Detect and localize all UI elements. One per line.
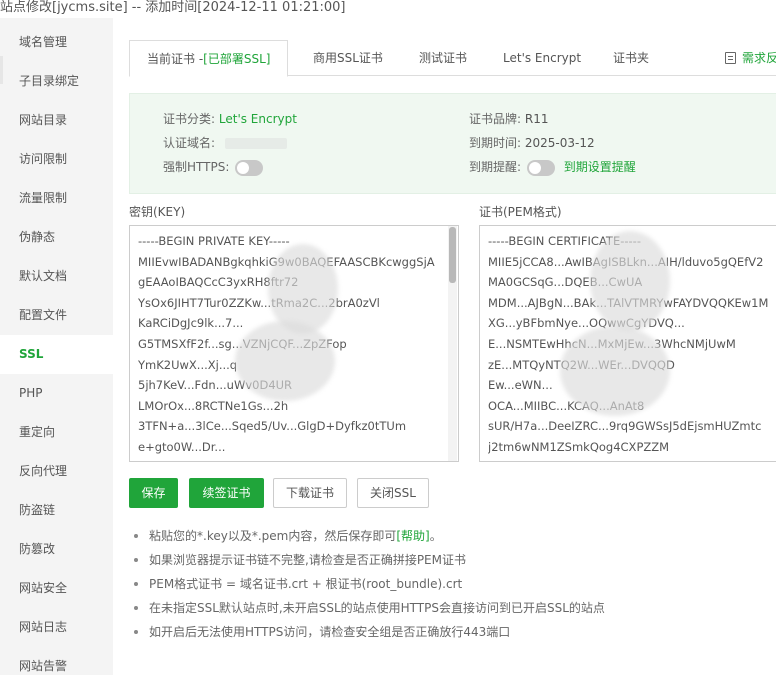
redaction-blur	[590, 231, 670, 331]
key-scrollbar[interactable]	[448, 226, 457, 461]
tip-item: 粘贴您的*.key以及*.pem内容，然后保存即可[帮助]。	[134, 524, 774, 548]
key-line: rDHNzQjEleZ9fTTikyNGlkJIy...29IFSVhrb2DB…	[138, 458, 450, 462]
close-ssl-button[interactable]: 关闭SSL	[357, 478, 429, 508]
redacted-domain	[224, 138, 287, 149]
sidebar-item-traffic-limit[interactable]: 流量限制	[0, 179, 113, 218]
tab-letsencrypt[interactable]: Let's Encrypt	[503, 40, 581, 76]
window-title: 站点修改[jycms.site] -- 添加时间[2024-12-11 01:2…	[0, 0, 346, 15]
sidebar-item-php[interactable]: PHP	[0, 374, 113, 413]
tab-test-cert[interactable]: 测试证书	[419, 40, 467, 76]
key-textarea[interactable]: -----BEGIN PRIVATE KEY-----MIIEvwIBADANB…	[129, 225, 459, 462]
cert-line: 0tk1CqqerxuUzEI3xdn7Cut36OSEbIJbbp1WTYwk…	[488, 458, 768, 462]
cert-domain-label: 认证域名:	[163, 136, 216, 150]
sidebar-item-site-log[interactable]: 网站日志	[0, 608, 113, 647]
sidebar-item-default-doc[interactable]: 默认文档	[0, 257, 113, 296]
tip-text: 。	[429, 529, 442, 543]
cert-info-panel: 证书分类: Let's Encrypt 证书品牌: R11 认证域名: 到期时间…	[129, 93, 776, 194]
tab-current-cert[interactable]: 当前证书 -[已部署SSL]	[129, 40, 289, 77]
sidebar-item-site-alert[interactable]: 网站告警	[0, 647, 113, 675]
key-line: e+gto0W...Dr...	[138, 439, 226, 454]
redaction-blur	[560, 326, 670, 416]
cert-domain-row: 认证域名:	[163, 133, 287, 153]
renew-cert-button[interactable]: 续签证书	[189, 478, 264, 508]
tab-commercial-ssl[interactable]: 商用SSL证书	[313, 40, 383, 76]
cert-brand-label: 证书品牌:	[469, 112, 522, 126]
tab-cert-folder[interactable]: 证书夹	[613, 40, 649, 76]
tips-list: 粘贴您的*.key以及*.pem内容，然后保存即可[帮助]。 如果浏览器提示证书…	[134, 524, 774, 644]
force-https-row: 强制HTTPS:	[163, 157, 264, 177]
sidebar-item-site-dir[interactable]: 网站目录	[0, 101, 113, 140]
sidebar-item-redirect[interactable]: 重定向	[0, 413, 113, 452]
tip-item: 在未指定SSL默认站点时,未开启SSL的站点使用HTTPS会直接访问到已开启SS…	[134, 596, 774, 620]
sidebar-item-ssl[interactable]: SSL	[0, 335, 113, 374]
cert-brand-row: 证书品牌: R11	[469, 109, 548, 129]
sidebar-item-domain[interactable]: 域名管理	[0, 23, 113, 62]
cert-expiry-value: 2025-03-12	[524, 136, 595, 150]
sidebar-item-reverse-proxy[interactable]: 反向代理	[0, 452, 113, 491]
expiry-reminder-link[interactable]: 到期设置提醒	[564, 160, 636, 174]
sidebar-item-config[interactable]: 配置文件	[0, 296, 113, 335]
sidebar-item-site-security[interactable]: 网站安全	[0, 569, 113, 608]
sidebar-item-access-limit[interactable]: 访问限制	[0, 140, 113, 179]
sidebar-item-hotlink[interactable]: 防盗链	[0, 491, 113, 530]
tip-item: PEM格式证书 = 域名证书.crt + 根证书(root_bundle).cr…	[134, 572, 774, 596]
cert-expiry-row: 到期时间: 2025-03-12	[469, 133, 595, 153]
sidebar-item-tamper[interactable]: 防篡改	[0, 530, 113, 569]
help-link[interactable]: [帮助]	[396, 529, 429, 543]
sidebar-item-rewrite[interactable]: 伪静态	[0, 218, 113, 257]
cert-category-value: Let's Encrypt	[218, 112, 297, 126]
download-cert-button[interactable]: 下载证书	[273, 478, 347, 508]
cert-category-label: 证书分类:	[163, 112, 216, 126]
cert-category-row: 证书分类: Let's Encrypt	[163, 109, 297, 129]
expiry-reminder-label: 到期提醒:	[469, 160, 522, 174]
requirement-feedback-label: 需求反	[741, 51, 776, 65]
tip-item: 如果浏览器提示证书链不完整,请检查是否正确拼接PEM证书	[134, 548, 774, 572]
deployed-status: [已部署SSL]	[203, 52, 271, 66]
save-button[interactable]: 保存	[129, 478, 178, 508]
force-https-toggle[interactable]	[235, 159, 264, 176]
key-line: 3TFN+a...3lCe...Sqed5/Uv...GlgD+Dyfkz0tT…	[138, 419, 407, 434]
key-field-label: 密钥(KEY)	[129, 205, 186, 219]
cert-expiry-label: 到期时间:	[469, 136, 522, 150]
key-scroll-thumb[interactable]	[449, 227, 456, 283]
cert-line: sUR/H7a...DeeIZRC...9rq9GWSsJ5dEjsmHUZmt…	[488, 419, 762, 434]
force-https-label: 强制HTTPS:	[163, 160, 230, 174]
cert-brand-value: R11	[524, 112, 549, 126]
cert-textarea[interactable]: -----BEGIN CERTIFICATE-----MIIE5jCCA8...…	[479, 225, 776, 462]
sidebar-item-subdir[interactable]: 子目录绑定	[0, 62, 113, 101]
tip-item: 如开启后无法使用HTTPS访问，请检查安全组是否正确放行443端口	[134, 620, 774, 644]
tab-current-cert-label: 当前证书 -	[147, 52, 204, 66]
requirement-feedback-link[interactable]: 需求反	[724, 40, 776, 76]
expiry-reminder-toggle[interactable]	[526, 159, 555, 176]
ssl-tabs: 当前证书 -[已部署SSL] 商用SSL证书 测试证书 Let's Encryp…	[129, 40, 776, 77]
cert-line: j2tm6wNM1ZSmkQog4CXPZZM	[488, 439, 670, 454]
tip-text: 粘贴您的*.key以及*.pem内容，然后保存即可	[149, 529, 397, 543]
redaction-blur	[235, 321, 335, 401]
document-icon	[724, 52, 736, 64]
sidebar: 域名管理 子目录绑定 网站目录 访问限制 流量限制 伪静态 默认文档 配置文件 …	[0, 18, 113, 675]
expiry-reminder-row: 到期提醒: 到期设置提醒	[469, 157, 636, 177]
cert-field-label: 证书(PEM格式)	[479, 205, 562, 219]
